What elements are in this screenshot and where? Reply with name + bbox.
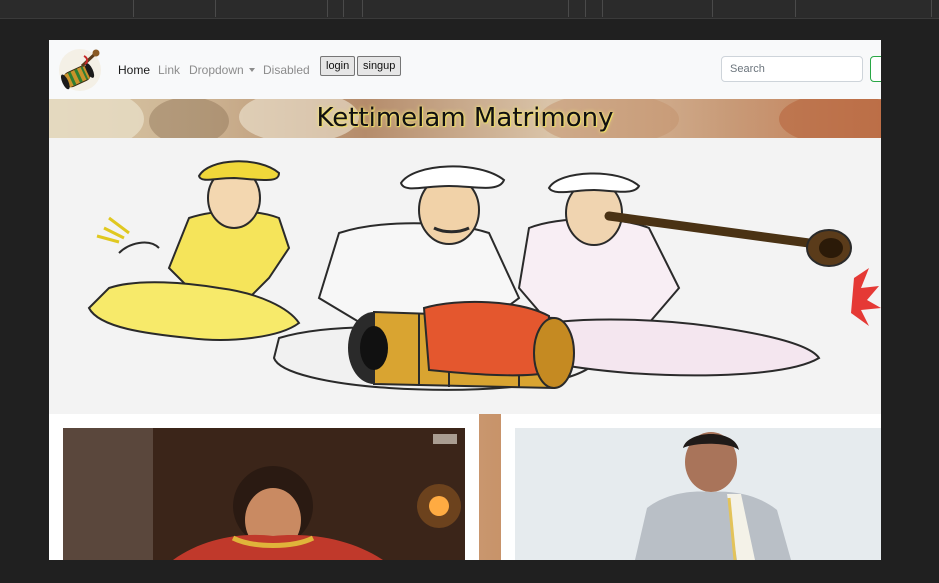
toolbar-segment bbox=[713, 0, 796, 17]
signup-button[interactable]: singup bbox=[357, 56, 402, 76]
profile-card[interactable] bbox=[501, 414, 881, 560]
search-input[interactable] bbox=[721, 56, 863, 82]
bride-photo[interactable] bbox=[63, 428, 465, 560]
profile-cards-row bbox=[49, 414, 881, 560]
nav-dropdown-toggle[interactable]: Dropdown bbox=[189, 63, 255, 77]
page-viewport: Home Link Dropdown Disabled login singup… bbox=[49, 40, 881, 560]
title-banner: Kettimelam Matrimony bbox=[49, 99, 881, 138]
nav-link-link[interactable]: Link bbox=[158, 63, 180, 77]
toolbar-segment bbox=[569, 0, 586, 17]
drum-and-nadaswaram-icon[interactable] bbox=[58, 48, 102, 92]
groom-photo[interactable] bbox=[515, 428, 881, 560]
toolbar-segment bbox=[0, 0, 134, 17]
toolbar-segment bbox=[344, 0, 363, 17]
browser-toolbar-strip bbox=[0, 0, 939, 19]
toolbar-segment bbox=[603, 0, 713, 17]
toolbar-segment bbox=[796, 0, 932, 17]
toolbar-segment bbox=[328, 0, 344, 17]
toolbar-segment bbox=[586, 0, 603, 17]
profile-card[interactable] bbox=[49, 414, 479, 560]
caret-down-icon bbox=[248, 68, 255, 72]
login-button[interactable]: login bbox=[320, 56, 356, 76]
nav-link-home[interactable]: Home bbox=[118, 63, 150, 77]
toolbar-segment bbox=[216, 0, 328, 17]
search-button[interactable] bbox=[870, 56, 881, 82]
toolbar-segment bbox=[363, 0, 569, 17]
hero-image bbox=[49, 138, 881, 414]
toolbar-segment bbox=[134, 0, 216, 17]
navbar: Home Link Dropdown Disabled login singup bbox=[49, 40, 881, 99]
banner-title: Kettimelam Matrimony bbox=[316, 103, 614, 133]
nav-link-disabled: Disabled bbox=[263, 63, 310, 77]
nav-dropdown-label: Dropdown bbox=[189, 63, 244, 77]
musicians-illustration bbox=[87, 160, 881, 391]
